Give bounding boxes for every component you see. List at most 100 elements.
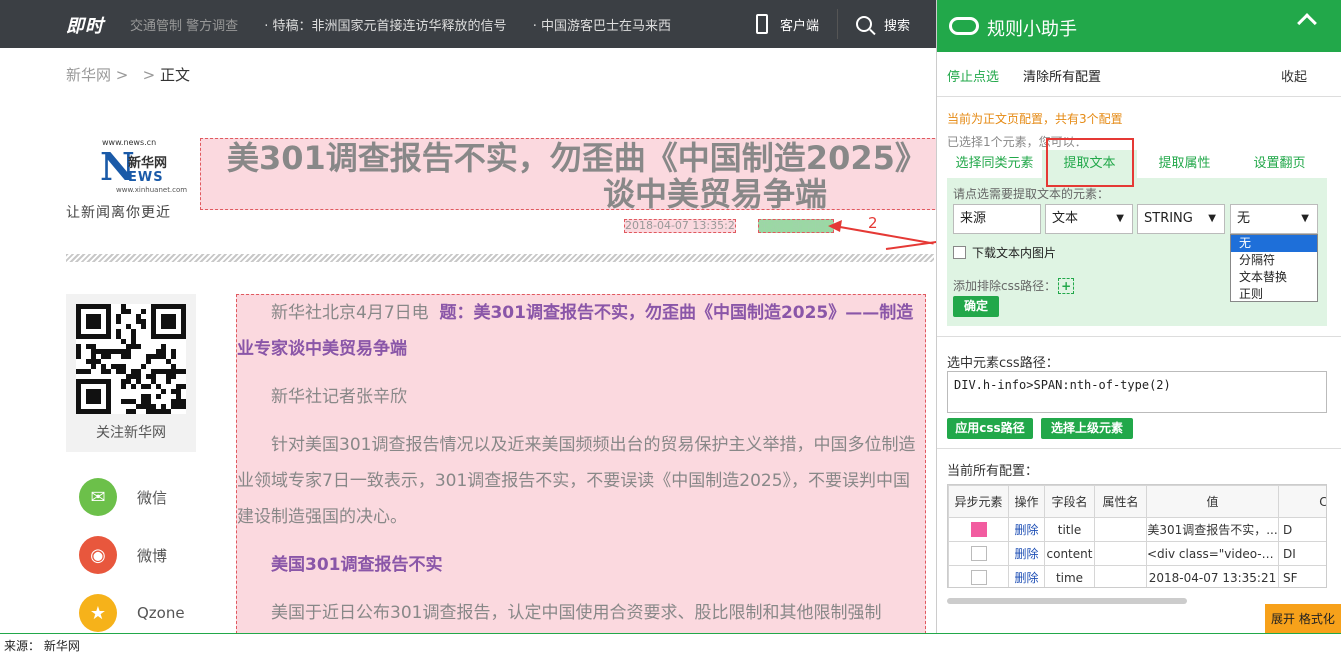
caret-down-icon: ▼: [1301, 213, 1309, 224]
ticker-item[interactable]: · 特稿：非洲国家元首接连访华释放的信号: [264, 19, 506, 34]
rule-helper-panel: 规则小助手 停止点选 清除所有配置 收起 当前为正文页配置，共有3个配置 已选择…: [936, 0, 1341, 633]
ticker-item[interactable]: 交通管制 警方调查: [130, 19, 238, 34]
dropdown-option[interactable]: 无: [1231, 235, 1317, 252]
download-images-checkbox[interactable]: 下载文本内图片: [953, 244, 1056, 261]
phone-icon: [756, 14, 768, 34]
article-title-line2: 谈中美贸易争端: [603, 175, 828, 210]
delete-link[interactable]: 删除: [1008, 565, 1045, 587]
table-row: 删除 content <div class="video-url" ... DI: [948, 541, 1326, 566]
news-ticker: 交通管制 警方调查 · 特稿：非洲国家元首接连访华释放的信号 · 中国游客巴士在…: [130, 15, 710, 35]
async-checkbox[interactable]: [970, 570, 987, 585]
select-parent-button[interactable]: 选择上级元素: [1041, 418, 1133, 439]
postprocess-select[interactable]: 无 ▼: [1230, 204, 1318, 234]
qr-label: 关注新华网: [96, 425, 166, 441]
async-checkbox[interactable]: [970, 522, 987, 537]
delete-link[interactable]: 删除: [1008, 541, 1045, 566]
logo-url-bottom: www.xinhuanet.com: [116, 186, 188, 194]
qr-module: [76, 354, 81, 359]
tab-select-similar[interactable]: 选择同类元素: [947, 150, 1042, 178]
qr-module: [121, 384, 126, 389]
share-label: 微博: [137, 546, 168, 565]
table-header: 字段名: [1044, 485, 1095, 518]
xinhua-logo[interactable]: www.news.cn N 新华网 EWS www.xinhuanet.com …: [66, 138, 201, 223]
field-name-input[interactable]: 来源: [953, 204, 1041, 234]
delete-link[interactable]: 删除: [1008, 517, 1045, 542]
async-cell[interactable]: [948, 541, 1009, 566]
qr-module: [181, 369, 186, 374]
expand-format-button[interactable]: 展开 格式化: [1265, 604, 1341, 634]
field-cell: time: [1044, 565, 1095, 587]
share-weibo[interactable]: ◉ 微博: [79, 536, 167, 574]
panel-controls: 停止点选 清除所有配置 收起: [947, 66, 1327, 85]
qr-finder: [86, 389, 101, 404]
checkbox-box[interactable]: [953, 246, 966, 259]
qr-module: [131, 409, 136, 414]
value-cell: 美301调查报告不实，...: [1146, 517, 1279, 542]
search-icon[interactable]: [856, 16, 873, 32]
dropdown-option[interactable]: 文本替换: [1231, 269, 1317, 286]
share-wechat[interactable]: ✉ 微信: [79, 478, 167, 516]
article-body-highlight[interactable]: 新华社北京4月7日电 题：美301调查报告不实，勿歪曲《中国制造2025》——制…: [236, 294, 926, 634]
tab-extract-attr[interactable]: 提取属性: [1137, 150, 1232, 178]
checkbox-label: 下载文本内图片: [972, 246, 1057, 260]
qr-module: [146, 384, 151, 389]
article-date[interactable]: 2018-04-07 13:35:21: [624, 219, 736, 233]
plus-icon[interactable]: +: [1058, 277, 1075, 294]
qr-module: [126, 354, 131, 359]
dropdown-option[interactable]: 分隔符: [1231, 252, 1317, 269]
caret-down-icon: ▼: [1116, 213, 1124, 224]
panel-title: 规则小助手: [987, 19, 1077, 40]
field-cell: content: [1044, 541, 1095, 566]
clear-all-link[interactable]: 清除所有配置: [1023, 66, 1101, 85]
jishi-logo[interactable]: 即时: [66, 12, 104, 38]
config-table: 异步元素 操作 字段名 属性名 值 C 删除 title 美301调查报告不实，…: [947, 484, 1327, 588]
share-qzone[interactable]: ★ Qzone: [79, 594, 185, 632]
table-header: 属性名: [1094, 485, 1147, 518]
async-checkbox[interactable]: [970, 546, 987, 561]
apply-css-button[interactable]: 应用css路径: [947, 418, 1033, 439]
divider: [937, 336, 1341, 337]
dropdown-option[interactable]: 正则: [1231, 286, 1317, 303]
confirm-button[interactable]: 确定: [953, 296, 999, 317]
hatch-divider: [66, 254, 934, 262]
attr-cell: [1094, 565, 1147, 587]
qr-module: [171, 354, 176, 359]
table-row: 删除 title 美301调查报告不实，... D: [948, 517, 1326, 542]
breadcrumb-sep: >: [142, 66, 156, 84]
logo-name: 新华网: [128, 156, 168, 171]
article-source[interactable]: 来源：新华网: [758, 219, 834, 233]
annotation-arrow-line: [839, 226, 934, 245]
stop-pick-link[interactable]: 停止点选: [947, 70, 999, 85]
client-link[interactable]: 客户端: [780, 15, 819, 34]
format-select[interactable]: STRING ▼: [1137, 204, 1225, 234]
qr-code: [76, 304, 186, 414]
tab-pagination[interactable]: 设置翻页: [1232, 150, 1327, 178]
table-header: 操作: [1008, 485, 1045, 518]
chevron-up-icon[interactable]: [1297, 13, 1317, 33]
value-cell: 2018-04-07 13:35:21: [1146, 565, 1279, 587]
async-cell[interactable]: [948, 565, 1009, 587]
attr-cell: [1094, 517, 1147, 542]
qr-module: [156, 394, 161, 399]
collapse-link[interactable]: 收起: [1281, 66, 1307, 85]
extract-prompt: 请点选需要提取文本的元素：: [953, 187, 1110, 201]
qr-module: [141, 324, 146, 329]
exclude-css-row: 添加排除css路径： +: [953, 277, 1075, 294]
article-paragraph: 美国于近日公布301调查报告，认定中国使用合资要求、股比限制和其他限制强制: [271, 603, 882, 623]
headline-highlight[interactable]: 美301调查报告不实，勿歪曲《中国制造2025》 谈中美贸易争端: [200, 138, 940, 210]
article-title-line1: 美301调查报告不实，勿歪曲《中国制造2025》: [227, 139, 927, 177]
extract-text-panel: 请点选需要提取文本的元素： 来源 文本 ▼ STRING ▼ 无 ▼ 无 分隔符 文本…: [947, 178, 1327, 326]
type-select[interactable]: 文本 ▼: [1045, 204, 1133, 234]
table-header: 值: [1146, 485, 1279, 518]
article-reporter: 新华社记者张辛欣: [271, 387, 407, 407]
breadcrumb-home[interactable]: 新华网 >: [66, 66, 128, 84]
value-cell: <div class="video-url" ...: [1146, 541, 1279, 566]
css-path-input[interactable]: DIV.h-info>SPAN:nth-of-type(2): [947, 371, 1327, 413]
qr-module: [166, 409, 171, 414]
search-link[interactable]: 搜索: [884, 15, 910, 34]
async-cell[interactable]: [948, 517, 1009, 542]
ticker-item[interactable]: · 中国游客巴士在马来西: [533, 19, 671, 34]
horizontal-scrollbar[interactable]: [947, 598, 1187, 604]
article-subhead: 美国301调查报告不实: [271, 555, 443, 575]
wechat-icon: ✉: [79, 478, 117, 516]
